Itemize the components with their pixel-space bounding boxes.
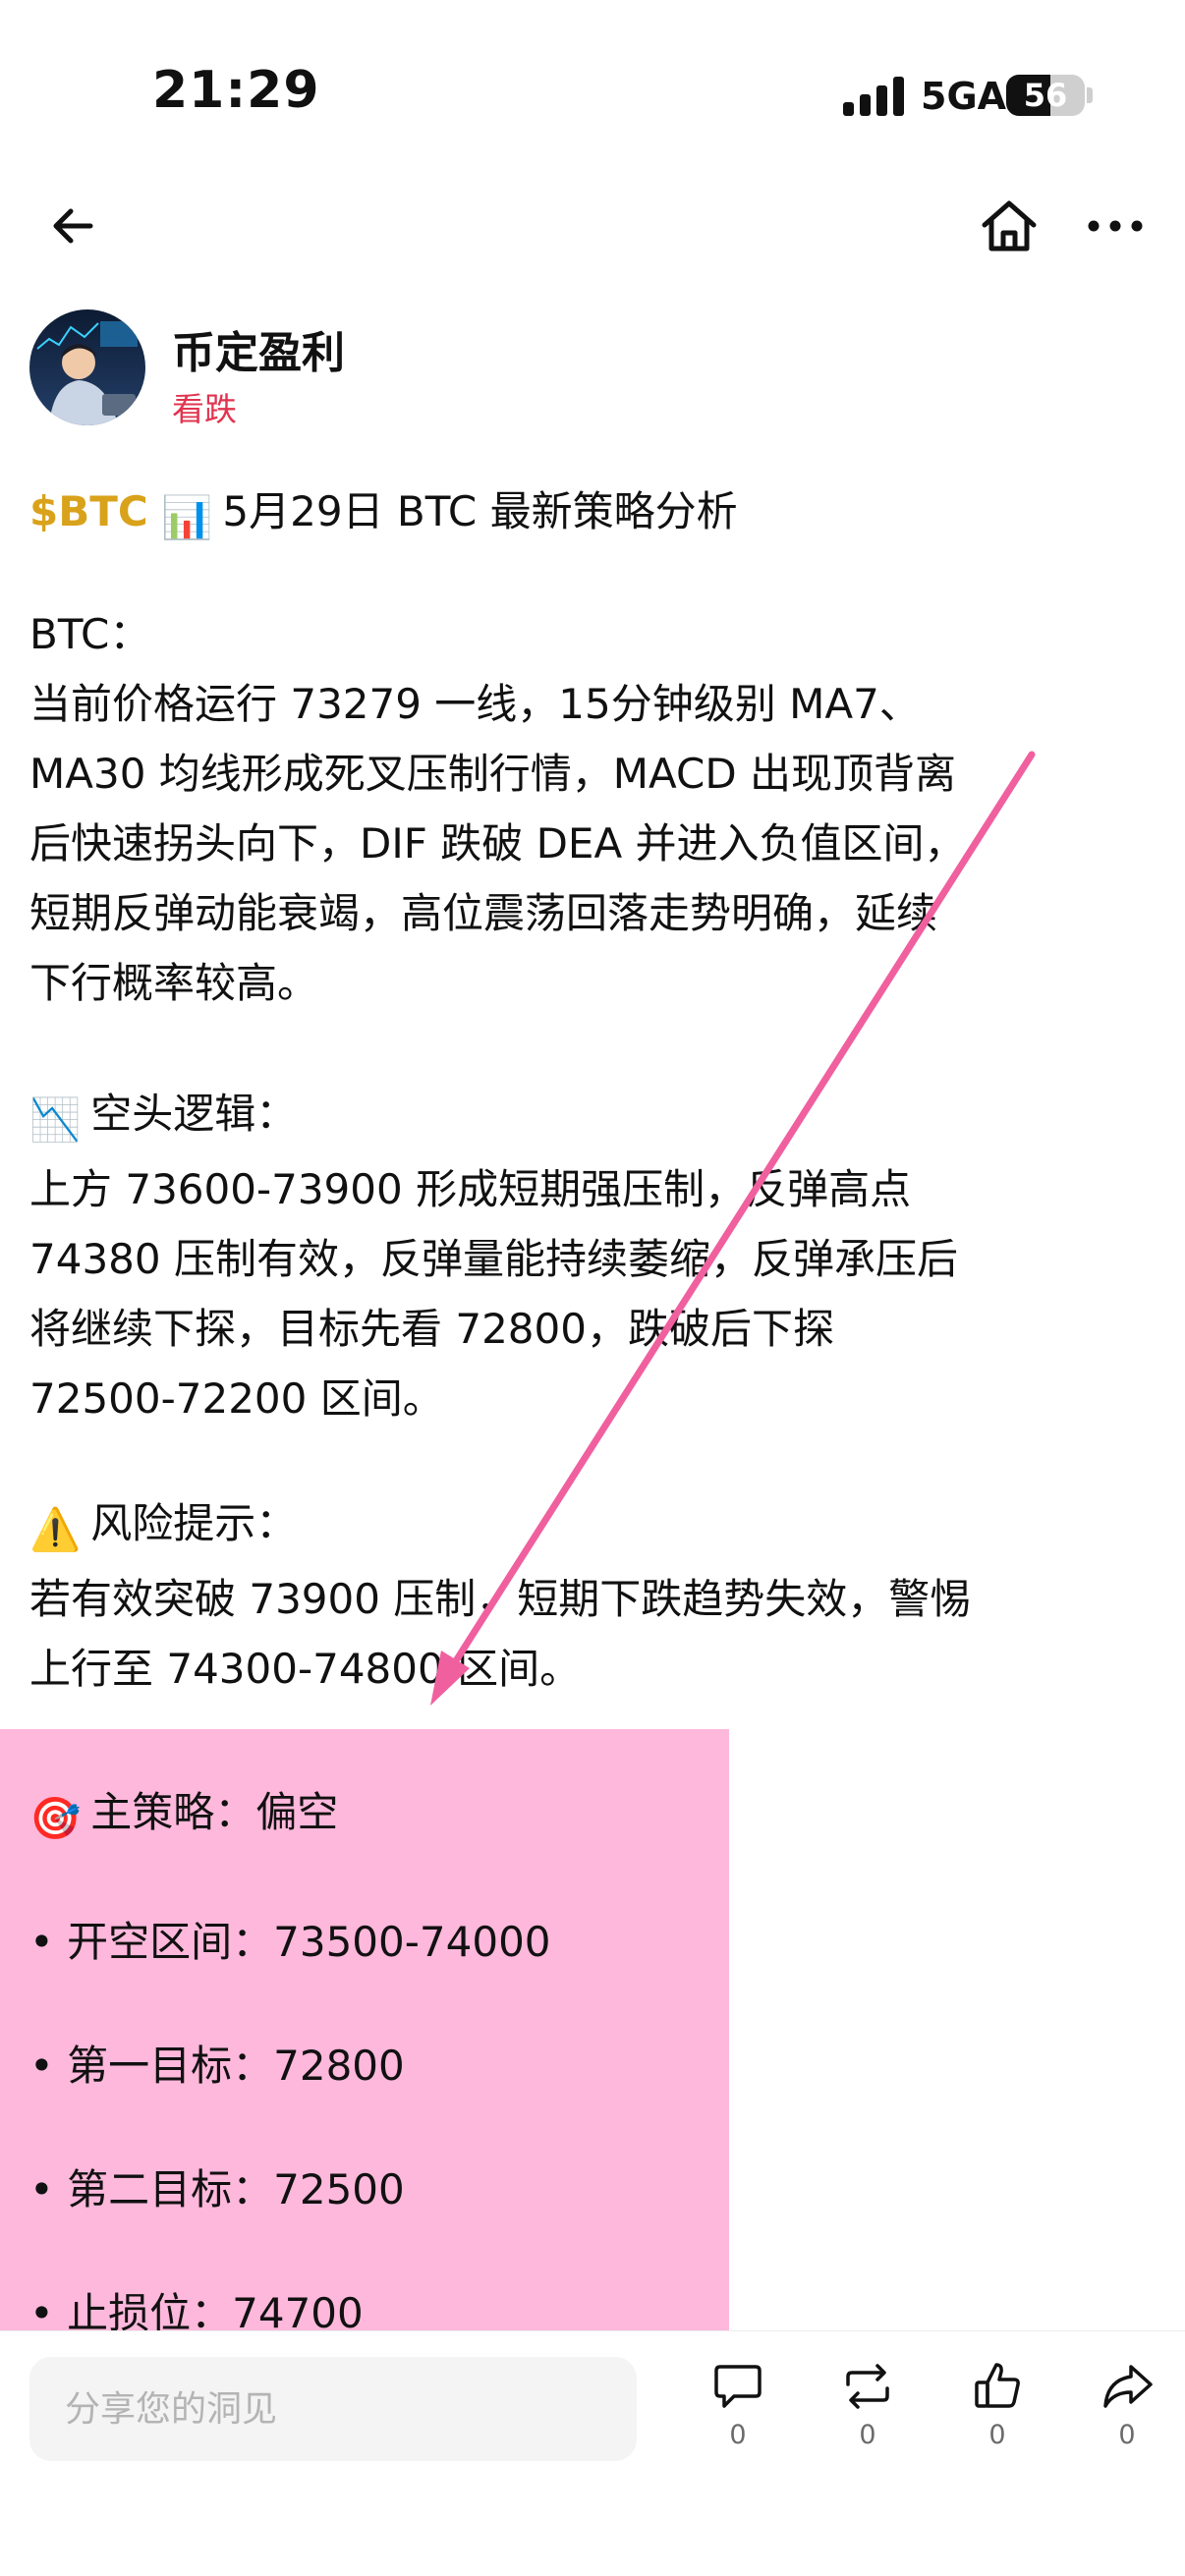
share-insight-input[interactable] [29, 2357, 637, 2461]
back-button[interactable] [39, 192, 108, 260]
battery-level: 56 [1023, 77, 1068, 114]
repost-count: 0 [859, 2420, 876, 2450]
strategy-item: • 开空区间：73500-74000 [29, 1918, 551, 1966]
text-line: 若有效突破 73900 压制，短期下跌趋势失效，警惕 [29, 1575, 972, 1623]
arrow-left-icon [53, 208, 93, 244]
share-icon [1103, 2365, 1153, 2408]
share-button[interactable]: 0 [1083, 2359, 1171, 2477]
thumbs-up-icon [975, 2363, 1020, 2408]
text-line: 短期反弹动能衰竭，高位震荡回落走势明确，延续 [29, 889, 938, 937]
text-line: 后快速拐头向下，DIF 跌破 DEA 并进入负值区间， [29, 819, 966, 868]
text-line: 当前价格运行 73279 一线，15分钟级别 MA7、 [29, 680, 921, 728]
like-count: 0 [988, 2420, 1006, 2450]
author-name[interactable]: 币定盈利 [172, 317, 345, 380]
warning-icon: ⚠️ [29, 1505, 82, 1553]
sentiment-tag: 看跌 [172, 390, 237, 428]
home-icon [982, 200, 1037, 252]
text-line: 74380 压制有效，反弹量能持续萎缩，反弹承压后 [29, 1235, 958, 1283]
section-btc: BTC： 当前价格运行 73279 一线，15分钟级别 MA7、 MA30 均线… [29, 599, 1169, 1018]
repost-button[interactable]: 0 [823, 2359, 912, 2477]
ticker-link[interactable]: $BTC [29, 487, 148, 535]
text-line: 上行至 74300-74800 区间。 [29, 1645, 582, 1693]
bullet: • [29, 2165, 54, 2213]
chart-down-icon: 📉 [29, 1095, 82, 1144]
avatar[interactable] [29, 309, 145, 425]
home-button[interactable] [975, 192, 1044, 260]
comment-count: 0 [729, 2420, 747, 2450]
text-line: MA30 均线形成死叉压制行情，MACD 出现顶背离 [29, 750, 957, 798]
text-line: 上方 73600-73900 形成短期强压制，反弹高点 [29, 1165, 912, 1213]
status-bar: 21:29 5GA 56 [0, 0, 1185, 187]
section-heading: 📉 空头逻辑： [29, 1079, 1169, 1154]
avatar-image [29, 309, 145, 425]
section-strategy: 🎯 主策略：偏空 • 开空区间：73500-74000 • 第一目标：72800 … [29, 1751, 1169, 2376]
battery-tip [1087, 87, 1093, 103]
strategy-item: • 第一目标：72800 [29, 2042, 405, 2090]
bar-chart-icon: 📊 [161, 493, 213, 541]
section-risk: ⚠️ 风险提示： 若有效突破 73900 压制，短期下跌趋势失效，警惕 上行至 7… [29, 1488, 1169, 1704]
text-line: 下行概率较高。 [29, 959, 319, 1007]
more-horizontal-icon [1088, 220, 1143, 232]
strategy-item: • 第二目标：72500 [29, 2165, 405, 2213]
target-icon: 🎯 [29, 1794, 82, 1842]
more-button[interactable] [1081, 192, 1150, 260]
network-label: 5GA [921, 75, 1007, 118]
section-short-logic: 📉 空头逻辑： 上方 73600-73900 形成短期强压制，反弹高点 74380… [29, 1079, 1169, 1433]
bullet: • [29, 1918, 54, 1966]
comment-button[interactable]: 0 [694, 2359, 782, 2477]
battery-icon: 56 [1006, 75, 1085, 116]
like-button[interactable]: 0 [953, 2359, 1042, 2477]
status-time: 21:29 [152, 61, 320, 120]
bullet: • [29, 2042, 54, 2090]
strategy-heading: 🎯 主策略：偏空 [29, 1751, 1169, 1880]
text-line: 将继续下探，目标先看 72800，跌破后下探 [29, 1305, 834, 1353]
section-heading: BTC： [29, 610, 151, 658]
bottom-bar: 0 0 0 0 [0, 2330, 1185, 2576]
repost-icon [846, 2364, 889, 2409]
text-line: 72500-72200 区间。 [29, 1374, 444, 1423]
share-count: 0 [1118, 2420, 1136, 2450]
post-title: $BTC 📊 5月29日 BTC 最新策略分析 [29, 476, 1169, 552]
comment-icon [714, 2365, 762, 2408]
section-heading: ⚠️ 风险提示： [29, 1488, 1169, 1564]
post-title-text: 5月29日 BTC 最新策略分析 [222, 487, 738, 535]
signal-icon [843, 77, 904, 116]
